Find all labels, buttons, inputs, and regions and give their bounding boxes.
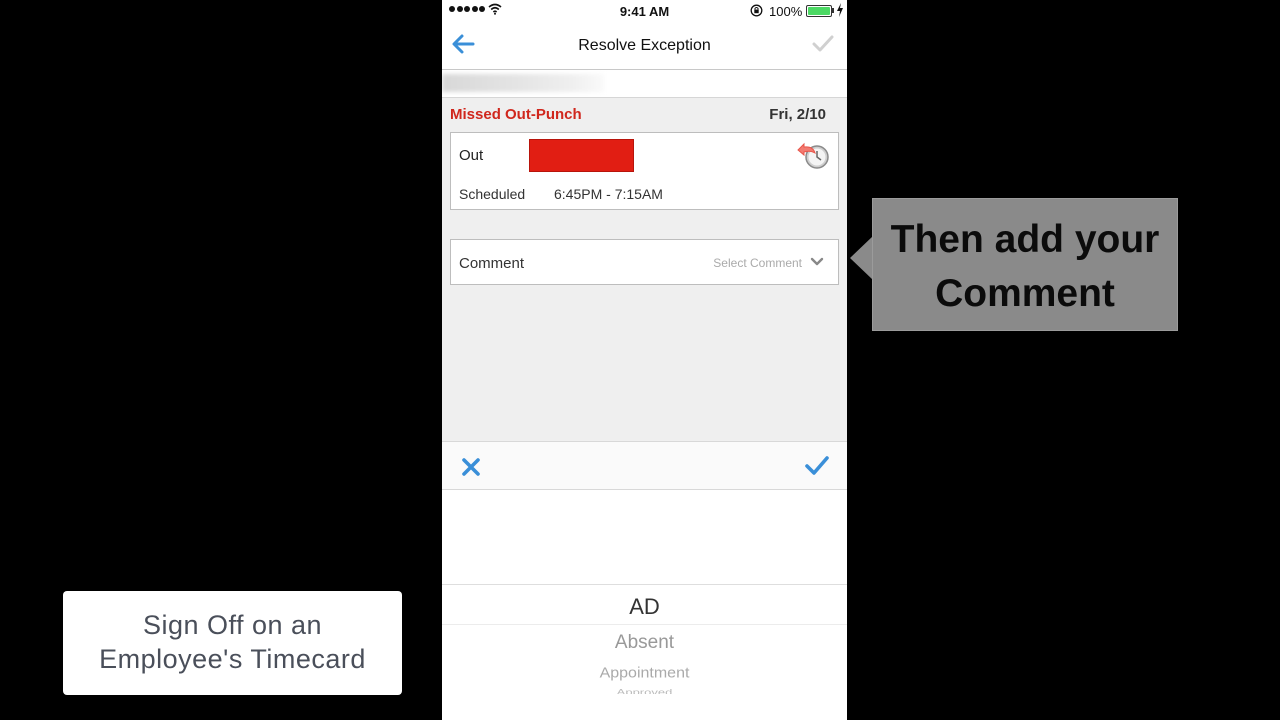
battery-icon xyxy=(806,5,832,17)
exception-title: Missed Out-Punch xyxy=(450,106,582,123)
callout-pointer xyxy=(850,236,873,280)
undo-clock-icon[interactable] xyxy=(795,141,831,171)
nav-bar: Resolve Exception xyxy=(442,22,847,70)
picker-option[interactable]: Absent xyxy=(442,632,847,654)
picker-option[interactable]: Approved xyxy=(442,688,847,694)
out-label: Out xyxy=(459,147,484,164)
picker-selection-bottom-line xyxy=(442,624,847,625)
employee-name-strip xyxy=(442,70,847,98)
punch-card: Out Scheduled 6:45PM - 7:15AM xyxy=(450,132,839,210)
title-card-line-1: Sign Off on an xyxy=(142,610,323,640)
battery-percent: 100% xyxy=(769,4,803,19)
callout-line-2: Comment xyxy=(935,272,1115,315)
title-card-line-2: Employee's Timecard xyxy=(99,644,366,674)
scheduled-value: 6:45PM - 7:15AM xyxy=(554,186,663,202)
charging-bolt-icon xyxy=(837,3,843,17)
callout-text: Then add your Comment xyxy=(873,213,1177,321)
comment-placeholder: Select Comment xyxy=(713,256,802,270)
scheduled-label: Scheduled xyxy=(459,186,526,202)
comment-picker[interactable]: AD Absent Appointment Approved xyxy=(442,490,847,720)
picker-option-selected[interactable]: AD xyxy=(442,594,847,620)
rotation-lock-icon xyxy=(750,4,763,17)
status-bar: 9:41 AM 100% xyxy=(442,0,847,22)
picker-option[interactable]: Appointment xyxy=(442,666,847,683)
phone-screen: 9:41 AM 100% Resolve Exception Missed Ou… xyxy=(442,0,847,720)
blurred-employee-name xyxy=(442,74,604,92)
title-card-text: Sign Off on an Employee's Timecard xyxy=(63,608,402,676)
video-title-card: Sign Off on an Employee's Timecard xyxy=(63,591,402,695)
chevron-down-icon xyxy=(810,257,824,266)
exception-date: Fri, 2/10 xyxy=(769,106,826,123)
instruction-callout: Then add your Comment xyxy=(872,198,1178,331)
picker-selection-top-line xyxy=(442,584,847,585)
checkmark-icon[interactable] xyxy=(812,34,834,54)
close-icon[interactable] xyxy=(460,456,482,478)
confirm-checkmark-icon[interactable] xyxy=(804,455,830,477)
battery-fill xyxy=(808,7,830,15)
comment-label: Comment xyxy=(459,255,525,272)
out-time-field[interactable] xyxy=(529,139,634,172)
battery-cap xyxy=(832,8,834,13)
page-title: Resolve Exception xyxy=(578,37,711,54)
callout-line-1: Then add your xyxy=(890,218,1160,261)
picker-toolbar xyxy=(442,441,847,490)
comment-selector[interactable]: Comment Select Comment xyxy=(450,239,839,285)
